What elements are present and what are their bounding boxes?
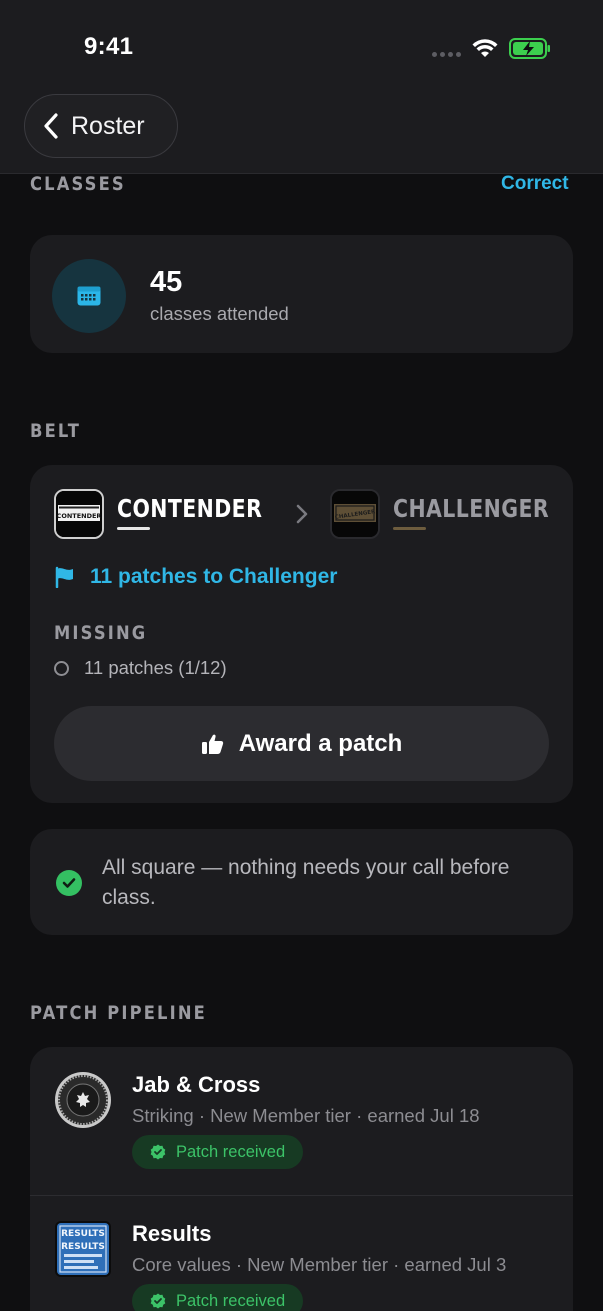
patch-pipeline-card: Jab & Cross Striking · New Member tier ·… [30, 1047, 573, 1311]
classes-attended-card: 45 classes attended [30, 235, 573, 353]
belt-progress: 11 patches to Challenger [54, 565, 337, 589]
challenger-belt-image: CHALLENGER [330, 489, 380, 539]
classes-count: 45 [150, 266, 183, 298]
check-circle-icon [56, 870, 82, 896]
contender-belt-image-text: CONTENDER [57, 512, 102, 520]
all-square-message: All square — nothing needs your call bef… [102, 856, 510, 909]
patch-received-badge: Patch received [132, 1135, 304, 1169]
patch-pipeline-section-label: PATCH PIPELINE [30, 1002, 207, 1024]
contender-belt-image: CONTENDER [54, 489, 104, 539]
round-patch-icon [55, 1072, 111, 1128]
contender-belt-icon: CONTENDER [56, 491, 102, 537]
back-button[interactable]: Roster [24, 94, 178, 158]
chevron-right-icon [296, 504, 308, 524]
calendar-icon-wrap [52, 259, 126, 333]
battery-charging-icon [509, 38, 550, 59]
wifi-icon [472, 39, 498, 57]
belt-progress-text: 11 patches to Challenger [90, 565, 338, 588]
results-patch-image-text-2: RESULTS [61, 1242, 105, 1252]
missing-item: 11 patches (1/12) [54, 657, 227, 679]
missing-label: MISSING [54, 622, 148, 644]
calendar-icon [77, 286, 101, 306]
results-patch-image-text: RESULTS [61, 1229, 105, 1239]
status-time: 9:41 [84, 33, 134, 60]
cellular-signal-icon [432, 52, 461, 57]
verified-check-icon [150, 1144, 166, 1160]
award-patch-button[interactable]: Award a patch [54, 706, 549, 781]
award-patch-label: Award a patch [238, 729, 403, 757]
patch-row[interactable]: RESULTS RESULTS Results Core values · Ne… [30, 1195, 573, 1311]
patch-row[interactable]: Jab & Cross Striking · New Member tier ·… [30, 1047, 573, 1197]
patch-meta: Core values · New Member tier · earned J… [132, 1254, 507, 1275]
challenger-belt-icon: CHALLENGER [332, 491, 378, 537]
patch-title: Results [132, 1221, 212, 1246]
chevron-left-icon [44, 113, 58, 139]
patch-title: Jab & Cross [132, 1072, 261, 1097]
missing-item-text: 11 patches (1/12) [84, 657, 227, 678]
classes-caption: classes attended [150, 303, 289, 324]
patch-received-badge: Patch received [132, 1284, 304, 1311]
current-belt-name: CONTENDER [117, 494, 263, 523]
status-bar: 9:41 [0, 0, 603, 90]
belt-card: CONTENDER CONTENDER CHALLENGER CHALLENGE… [30, 465, 573, 803]
patch-meta: Striking · New Member tier · earned Jul … [132, 1105, 480, 1126]
belt-section-label: BELT [30, 420, 82, 442]
all-square-card: All square — nothing needs your call bef… [30, 829, 573, 935]
checkmark-icon [62, 878, 76, 888]
back-button-label: Roster [71, 111, 145, 140]
nav-bar: Roster [0, 90, 603, 174]
classes-section-label: CLASSES [30, 173, 126, 195]
current-belt-underline [117, 527, 150, 530]
empty-circle-icon [54, 660, 69, 676]
thumbs-up-icon [201, 734, 223, 754]
next-belt-name: CHALLENGER [393, 494, 550, 523]
flag-icon [55, 566, 73, 588]
next-belt-underline [393, 527, 426, 530]
patch-received-label: Patch received [176, 1142, 286, 1161]
patch-received-label: Patch received [176, 1291, 286, 1310]
verified-check-icon [150, 1293, 166, 1309]
results-patch-icon: RESULTS RESULTS [55, 1221, 111, 1277]
correct-link[interactable]: Correct [501, 173, 569, 195]
